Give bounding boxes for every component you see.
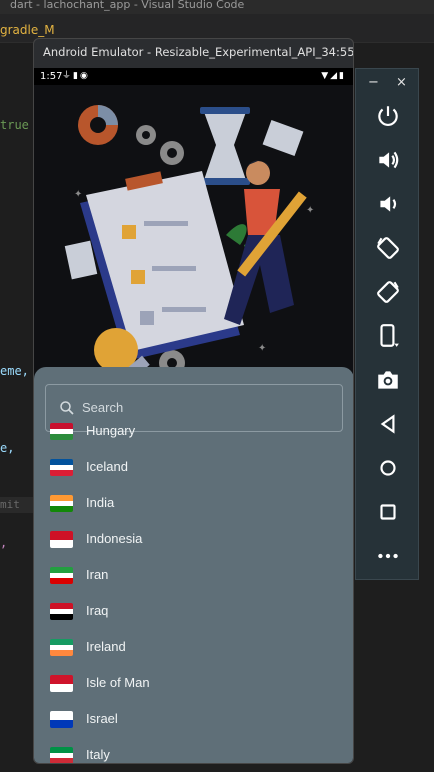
svg-text:✦: ✦ bbox=[306, 205, 314, 216]
emulator-title: Android Emulator - Resizable_Experimenta… bbox=[43, 45, 354, 59]
country-name: India bbox=[86, 495, 115, 510]
code-fragment-e: e, bbox=[0, 441, 15, 455]
volume-down-button[interactable] bbox=[375, 191, 401, 217]
country-row[interactable]: Ireland bbox=[34, 630, 353, 666]
status-system-icons: ▼◢▮ bbox=[321, 71, 346, 81]
back-icon bbox=[380, 414, 395, 434]
country-row[interactable]: Iraq bbox=[34, 594, 353, 630]
country-row[interactable]: Iran bbox=[34, 558, 353, 594]
home-icon bbox=[380, 460, 396, 476]
country-name: Israel bbox=[86, 711, 118, 726]
minimize-button[interactable]: − bbox=[368, 75, 379, 90]
code-fragment-mit: mit bbox=[0, 498, 20, 511]
country-row[interactable]: Indonesia bbox=[34, 522, 353, 558]
device-frame-button[interactable] bbox=[375, 323, 401, 349]
flag-icon bbox=[50, 747, 73, 763]
code-fragment-theme: eme, bbox=[0, 364, 29, 378]
power-button[interactable] bbox=[375, 103, 401, 129]
flag-icon bbox=[50, 603, 73, 620]
device-screen: 1:57 ⏚▮◉ ▼◢▮ ✦ ✦ ✦ Search Hungary Icelan… bbox=[34, 68, 353, 763]
code-fragment-comma: , bbox=[0, 536, 8, 550]
flag-icon bbox=[50, 711, 73, 728]
vscode-title-bar: dart - lachochant_app - Visual Studio Co… bbox=[0, 0, 434, 14]
flag-icon bbox=[50, 495, 73, 512]
country-row[interactable]: Iceland bbox=[34, 450, 353, 486]
country-row[interactable]: Hungary bbox=[34, 414, 353, 450]
country-name: Iceland bbox=[86, 459, 128, 474]
screenshot-button[interactable] bbox=[375, 367, 401, 393]
code-fragment-true: true bbox=[0, 118, 29, 132]
hero-illustration: ✦ ✦ ✦ bbox=[34, 85, 353, 385]
emulator-toolbar: − × bbox=[355, 68, 419, 580]
flag-icon bbox=[50, 567, 73, 584]
country-picker-sheet: Search Hungary Iceland India Indonesia Iran I… bbox=[34, 367, 353, 763]
more-button[interactable] bbox=[375, 543, 401, 569]
volume-up-icon bbox=[379, 151, 399, 169]
back-button[interactable] bbox=[375, 411, 401, 437]
vscode-tab-label[interactable]: gradle_M bbox=[0, 23, 55, 37]
country-name: Isle of Man bbox=[86, 675, 150, 690]
volume-down-icon bbox=[380, 196, 397, 212]
flag-icon bbox=[50, 675, 73, 692]
flag-icon bbox=[50, 459, 73, 476]
country-name: Italy bbox=[86, 747, 110, 762]
status-bar: 1:57 ⏚▮◉ ▼◢▮ bbox=[34, 68, 353, 85]
country-row[interactable]: Israel bbox=[34, 702, 353, 738]
device-frame-icon bbox=[380, 324, 399, 347]
more-icon bbox=[378, 553, 398, 559]
rotate-right-button[interactable] bbox=[375, 279, 401, 305]
country-name: Indonesia bbox=[86, 531, 143, 546]
country-name: Ireland bbox=[86, 639, 126, 654]
vscode-title: dart - lachochant_app - Visual Studio Co… bbox=[10, 0, 245, 11]
camera-icon bbox=[378, 371, 398, 389]
flag-icon bbox=[50, 639, 73, 656]
rotate-left-icon bbox=[377, 237, 399, 259]
svg-text:✦: ✦ bbox=[258, 343, 266, 354]
country-name: Hungary bbox=[86, 423, 136, 438]
volume-up-button[interactable] bbox=[375, 147, 401, 173]
close-button[interactable]: × bbox=[396, 75, 407, 90]
status-time: 1:57 bbox=[40, 71, 63, 82]
rotate-right-icon bbox=[377, 281, 399, 303]
country-row[interactable]: Isle of Man bbox=[34, 666, 353, 702]
svg-text:✦: ✦ bbox=[74, 189, 82, 200]
overview-icon bbox=[380, 504, 396, 520]
emulator-window: Android Emulator - Resizable_Experimenta… bbox=[33, 38, 354, 764]
country-name: Iraq bbox=[86, 603, 109, 618]
country-row[interactable]: India bbox=[34, 486, 353, 522]
search-placeholder: Search bbox=[82, 400, 124, 415]
power-icon bbox=[378, 106, 398, 127]
flag-icon bbox=[50, 423, 73, 440]
home-button[interactable] bbox=[375, 455, 401, 481]
flag-icon bbox=[50, 531, 73, 548]
rotate-left-button[interactable] bbox=[375, 235, 401, 261]
country-name: Iran bbox=[86, 567, 109, 582]
overview-button[interactable] bbox=[375, 499, 401, 525]
country-row[interactable]: Italy bbox=[34, 738, 353, 763]
status-notification-icons: ⏚▮◉ bbox=[62, 71, 90, 81]
